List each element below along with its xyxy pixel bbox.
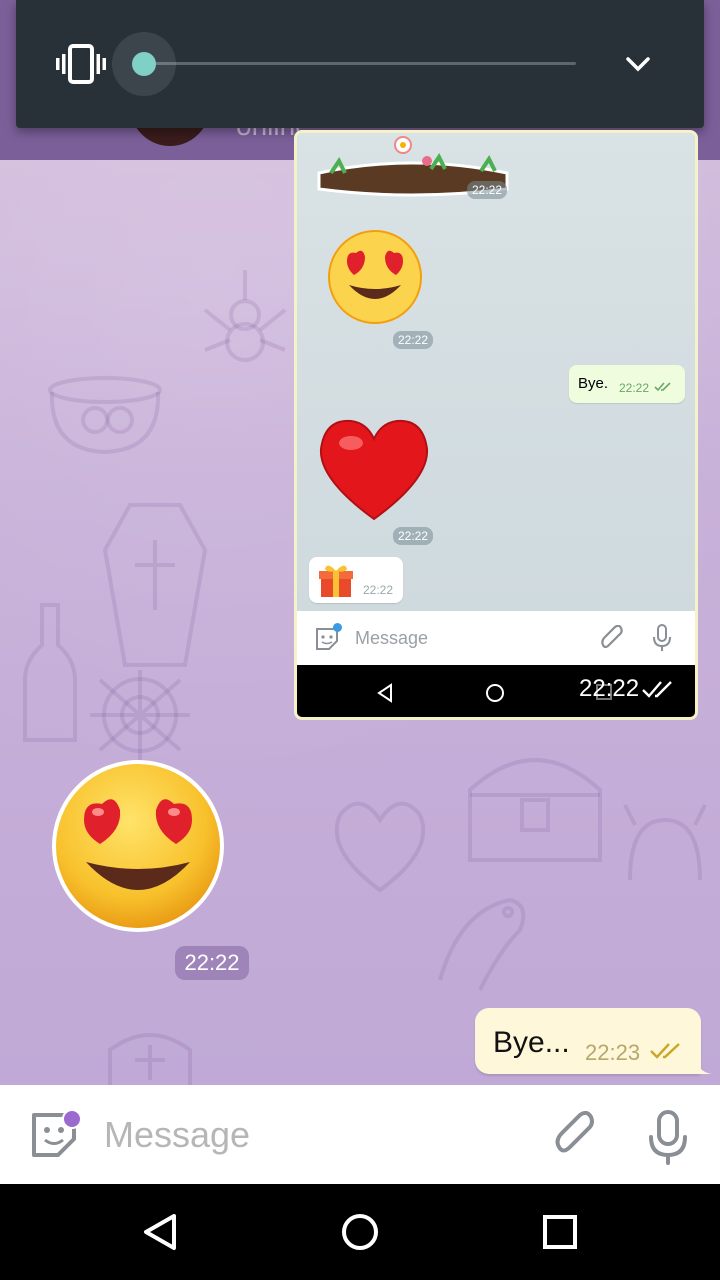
recents-icon[interactable] — [542, 1214, 578, 1250]
screenshot-input-bar: Message — [297, 611, 695, 665]
bottle-doodle — [23, 603, 77, 742]
back-icon — [377, 683, 392, 703]
heart-doodle — [334, 801, 426, 893]
chevron-down-icon[interactable] — [624, 52, 652, 76]
cauldron-doodle — [48, 376, 162, 455]
vibrate-icon[interactable] — [56, 44, 106, 84]
input-placeholder: Message — [355, 628, 429, 648]
heart-time: 22:22 — [393, 527, 434, 545]
love-emoji-time: 22:22 — [393, 331, 434, 349]
spider-doodle — [203, 270, 287, 362]
heart-eyes-sticker[interactable] — [50, 758, 226, 934]
paperclip-icon — [601, 625, 623, 649]
microphone-icon — [653, 624, 671, 651]
message-text: Bye... — [493, 1026, 570, 1059]
spiderweb-doodle — [90, 670, 190, 760]
heart-eyes-emoji — [328, 230, 422, 324]
horns-doodle — [623, 804, 707, 881]
microphone-icon[interactable] — [646, 1109, 690, 1165]
double-check-icon — [654, 382, 671, 392]
outgoing-message[interactable]: Bye. 22:22 — [569, 365, 685, 403]
message-time: 22:22 — [363, 583, 394, 597]
coffin-doodle — [102, 503, 208, 667]
screenshot-clock: 22:22 — [579, 675, 640, 702]
message-time: 22:22 — [619, 381, 650, 395]
sticker-badge-dot — [62, 1109, 82, 1129]
system-nav-bar — [0, 1184, 720, 1280]
sticker-time: 22:22 — [175, 946, 249, 980]
message-text: Bye. — [578, 375, 609, 392]
message-input-bar — [0, 1085, 720, 1184]
red-heart-emoji — [319, 419, 429, 521]
message-input[interactable] — [104, 1111, 524, 1159]
gift-emoji — [319, 565, 353, 597]
tombstone-doodle — [108, 1033, 192, 1085]
bubble-tail — [696, 1058, 712, 1074]
screenshot-nav-bar: 22:22 — [297, 665, 695, 717]
screenshot-image-message[interactable]: 22:22 22:22 Bye. 22:22 22:22 22:22 Messa… — [294, 130, 698, 720]
sticker-badge-dot — [333, 623, 342, 632]
paperclip-icon[interactable] — [552, 1111, 600, 1161]
back-icon[interactable] — [140, 1212, 180, 1252]
volume-panel — [16, 0, 704, 128]
volume-slider-thumb[interactable] — [132, 52, 156, 76]
sticker-time: 22:22 — [467, 181, 508, 199]
home-icon — [486, 684, 504, 702]
home-icon[interactable] — [340, 1212, 380, 1252]
message-time: 22:23 — [585, 1040, 641, 1065]
double-check-icon — [642, 681, 672, 698]
chest-doodle — [468, 758, 602, 862]
incoming-gift-message[interactable]: 22:22 — [309, 557, 403, 603]
outgoing-message[interactable]: Bye... 22:23 — [475, 1008, 701, 1074]
double-check-icon — [650, 1043, 680, 1059]
volume-slider-track[interactable] — [144, 62, 576, 65]
